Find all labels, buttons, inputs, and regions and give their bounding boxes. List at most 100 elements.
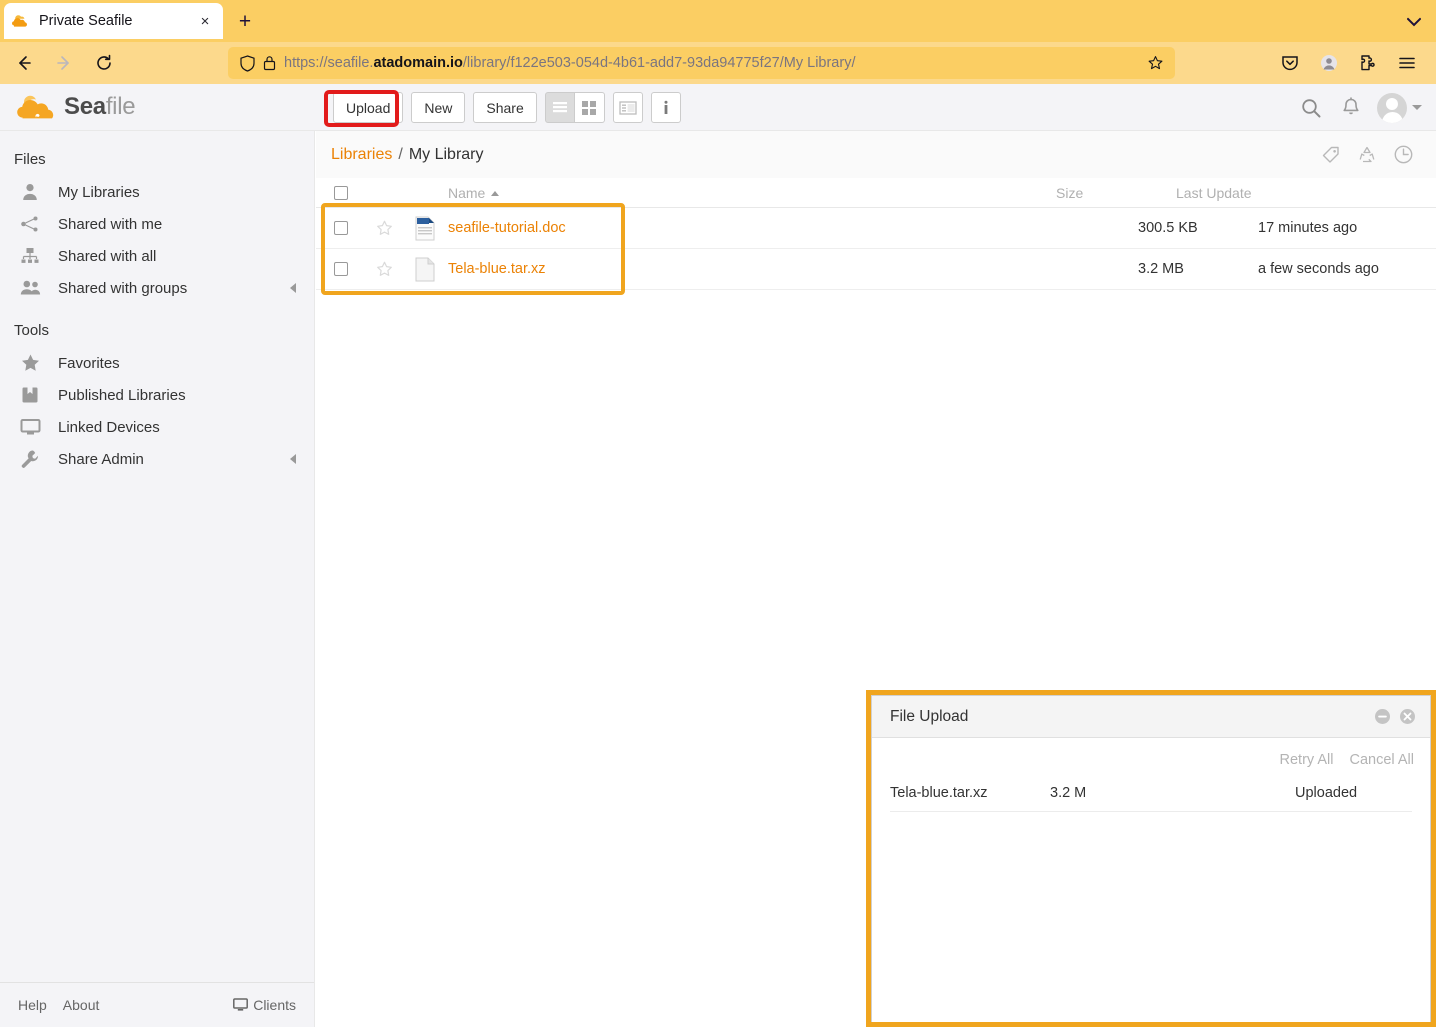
chevron-left-icon[interactable] <box>290 454 296 464</box>
org-chart-icon <box>20 246 50 266</box>
upload-file-row: Tela-blue.tar.xz 3.2 M Uploaded <box>890 774 1412 812</box>
chevron-left-icon[interactable] <box>290 283 296 293</box>
sidebar-item-label: Linked Devices <box>58 419 160 436</box>
lock-icon[interactable] <box>258 53 280 73</box>
generic-file-icon <box>402 257 448 282</box>
breadcrumb-actions <box>1312 131 1420 178</box>
new-tab-button[interactable]: + <box>231 8 259 36</box>
about-link[interactable]: About <box>63 997 100 1013</box>
file-link[interactable]: Tela-blue.tar.xz <box>448 261 546 277</box>
help-link[interactable]: Help <box>18 997 47 1013</box>
sidebar-item-label: Shared with me <box>58 216 162 233</box>
sidebar-item-linked-devices[interactable]: Linked Devices <box>0 411 314 443</box>
hamburger-menu-icon[interactable] <box>1391 47 1423 79</box>
sidebar-item-label: Share Admin <box>58 451 144 468</box>
tag-icon[interactable] <box>1314 138 1348 172</box>
url-bar[interactable]: https://seafile.atadomain.io/library/f12… <box>228 47 1175 79</box>
row-checkbox[interactable] <box>316 221 366 235</box>
share-button[interactable]: Share <box>473 92 536 123</box>
table-header: Name Size Last Update <box>316 178 1436 208</box>
table-row[interactable]: Tela-blue.tar.xz 3.2 MB a few seconds ag… <box>316 249 1436 290</box>
history-clock-icon[interactable] <box>1386 138 1420 172</box>
column-header-size[interactable]: Size <box>1056 185 1176 201</box>
seafile-logo[interactable]: Seafile <box>16 90 176 124</box>
url-path: /library/f122e503-054d-4b61-add7-93da947… <box>463 55 856 71</box>
sidebar-item-my-libraries[interactable]: My Libraries <box>0 176 314 208</box>
breadcrumb-separator: / <box>398 146 402 164</box>
file-size-cell: 300.5 KB <box>1138 220 1258 236</box>
browser-tab-title: Private Seafile <box>39 13 195 29</box>
file-name-cell: seafile-tutorial.doc <box>448 220 1138 236</box>
sidebar-item-shared-with-me[interactable]: Shared with me <box>0 208 314 240</box>
sidebar-item-label: Published Libraries <box>58 387 186 404</box>
sidebar-item-label: Shared with groups <box>58 280 187 297</box>
star-icon[interactable] <box>366 220 402 236</box>
file-last-update-cell: 17 minutes ago <box>1258 220 1436 236</box>
column-header-name[interactable]: Name <box>448 185 1056 201</box>
seafile-cloud-icon <box>12 13 30 29</box>
sidebar-item-shared-with-groups[interactable]: Shared with groups <box>0 272 314 304</box>
sidebar-item-share-admin[interactable]: Share Admin <box>0 443 314 475</box>
share-nodes-icon <box>20 214 50 234</box>
cancel-all-button[interactable]: Cancel All <box>1350 752 1414 768</box>
upload-file-status: Uploaded <box>1295 785 1433 801</box>
sidebar-item-label: My Libraries <box>58 184 140 201</box>
back-arrow-icon[interactable] <box>8 47 40 79</box>
url-text[interactable]: https://seafile.atadomain.io/library/f12… <box>284 55 1143 71</box>
file-link[interactable]: seafile-tutorial.doc <box>448 220 566 236</box>
avatar[interactable] <box>1377 93 1422 123</box>
bookmark-star-icon[interactable] <box>1143 51 1167 75</box>
close-icon[interactable]: × <box>195 11 215 31</box>
app-toolbar: Upload New Share <box>333 91 681 124</box>
sort-asc-icon <box>491 191 499 196</box>
browser-tab-bar: Private Seafile × + <box>0 0 1436 42</box>
table-row[interactable]: seafile-tutorial.doc 300.5 KB 17 minutes… <box>316 208 1436 249</box>
view-mode-group <box>545 92 605 123</box>
select-all-checkbox[interactable] <box>316 186 366 200</box>
sidebar: Files My Libraries Shared with me Shared… <box>0 131 315 1027</box>
sidebar-item-published-libraries[interactable]: Published Libraries <box>0 379 314 411</box>
breadcrumb-libraries-link[interactable]: Libraries <box>331 146 392 164</box>
sidebar-item-favorites[interactable]: Favorites <box>0 347 314 379</box>
list-view-icon[interactable] <box>545 92 575 123</box>
url-scheme: https://seafile. <box>284 55 373 71</box>
upload-button[interactable]: Upload <box>333 92 403 123</box>
file-name-cell: Tela-blue.tar.xz <box>448 261 1138 277</box>
minimize-icon[interactable] <box>1371 706 1393 728</box>
monitor-icon <box>20 417 50 437</box>
extensions-icon[interactable] <box>1352 47 1384 79</box>
column-header-last-update[interactable]: Last Update <box>1176 185 1356 201</box>
sidebar-item-shared-with-all[interactable]: Shared with all <box>0 240 314 272</box>
info-icon[interactable] <box>651 92 681 123</box>
upload-dialog-titlebar: File Upload <box>872 696 1430 738</box>
row-checkbox[interactable] <box>316 262 366 276</box>
upload-dialog-actions: Retry All Cancel All <box>872 738 1430 774</box>
breadcrumb: Libraries / My Library <box>316 131 1436 178</box>
chevron-down-icon[interactable] <box>1412 105 1422 110</box>
reload-icon[interactable] <box>88 47 120 79</box>
chevron-down-icon[interactable] <box>1400 8 1428 36</box>
sidebar-section-title-tools: Tools <box>0 304 314 347</box>
browser-toolbar-right <box>1274 47 1430 79</box>
close-icon[interactable] <box>1396 706 1418 728</box>
recycle-bin-icon[interactable] <box>1350 138 1384 172</box>
upload-file-name: Tela-blue.tar.xz <box>890 785 1050 801</box>
clients-link[interactable]: Clients <box>233 997 296 1013</box>
retry-all-button[interactable]: Retry All <box>1280 752 1334 768</box>
browser-tab[interactable]: Private Seafile × <box>4 3 223 39</box>
user-avatar-image <box>1377 93 1407 123</box>
person-icon <box>20 182 50 202</box>
search-icon[interactable] <box>1295 92 1327 124</box>
star-icon[interactable] <box>366 261 402 277</box>
account-icon[interactable] <box>1313 47 1345 79</box>
new-button[interactable]: New <box>411 92 465 123</box>
shield-icon[interactable] <box>236 53 258 73</box>
file-size-cell: 3.2 MB <box>1138 261 1258 277</box>
grid-view-icon[interactable] <box>575 92 605 123</box>
pocket-icon[interactable] <box>1274 47 1306 79</box>
sidebar-section-title-files: Files <box>0 131 314 176</box>
file-upload-dialog: File Upload Retry All Cancel All Tela-bl… <box>871 695 1431 1027</box>
bell-icon[interactable] <box>1335 92 1367 124</box>
detail-view-icon[interactable] <box>613 92 643 123</box>
forward-arrow-icon <box>48 47 80 79</box>
